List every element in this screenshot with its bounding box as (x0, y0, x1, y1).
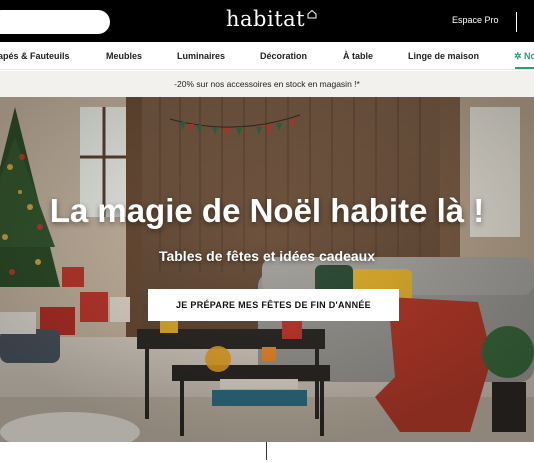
search-input[interactable] (0, 10, 110, 34)
nav-item-canapes[interactable]: apés & Fauteuils (0, 51, 70, 61)
nav-item-noel[interactable]: ✲ No (514, 51, 534, 62)
habitat-logo[interactable]: habitat (226, 7, 317, 31)
house-icon (307, 9, 317, 19)
espace-pro-link[interactable]: Espace Pro (452, 15, 499, 25)
nav-active-underline (515, 67, 534, 69)
nav-item-decoration[interactable]: Décoration (260, 51, 307, 61)
cta-button[interactable]: JE PRÉPARE MES FÊTES DE FIN D'ANNÉE (148, 289, 399, 321)
topbar-divider (516, 12, 517, 32)
nav-item-a-table[interactable]: À table (343, 51, 373, 61)
main-navigation: apés & Fauteuils Meubles Luminaires Déco… (0, 42, 534, 70)
promo-banner[interactable]: -20% sur nos accessoires en stock en mag… (0, 71, 534, 97)
scroll-indicator[interactable] (266, 442, 267, 460)
hero-banner[interactable]: La magie de Noël habite là ! Tables de f… (0, 97, 534, 442)
nav-item-luminaires[interactable]: Luminaires (177, 51, 225, 61)
below-hero (0, 442, 534, 462)
hero-image (0, 97, 534, 442)
nav-item-linge-de-maison[interactable]: Linge de maison (408, 51, 479, 61)
logo-text: habitat (226, 7, 306, 31)
hero-title: La magie de Noël habite là ! (49, 192, 485, 229)
promo-text: -20% sur nos accessoires en stock en mag… (174, 79, 360, 89)
hero-subtitle: Tables de fêtes et idées cadeaux (158, 248, 376, 264)
top-bar: habitat Espace Pro (0, 0, 534, 42)
nav-item-meubles[interactable]: Meubles (106, 51, 142, 61)
